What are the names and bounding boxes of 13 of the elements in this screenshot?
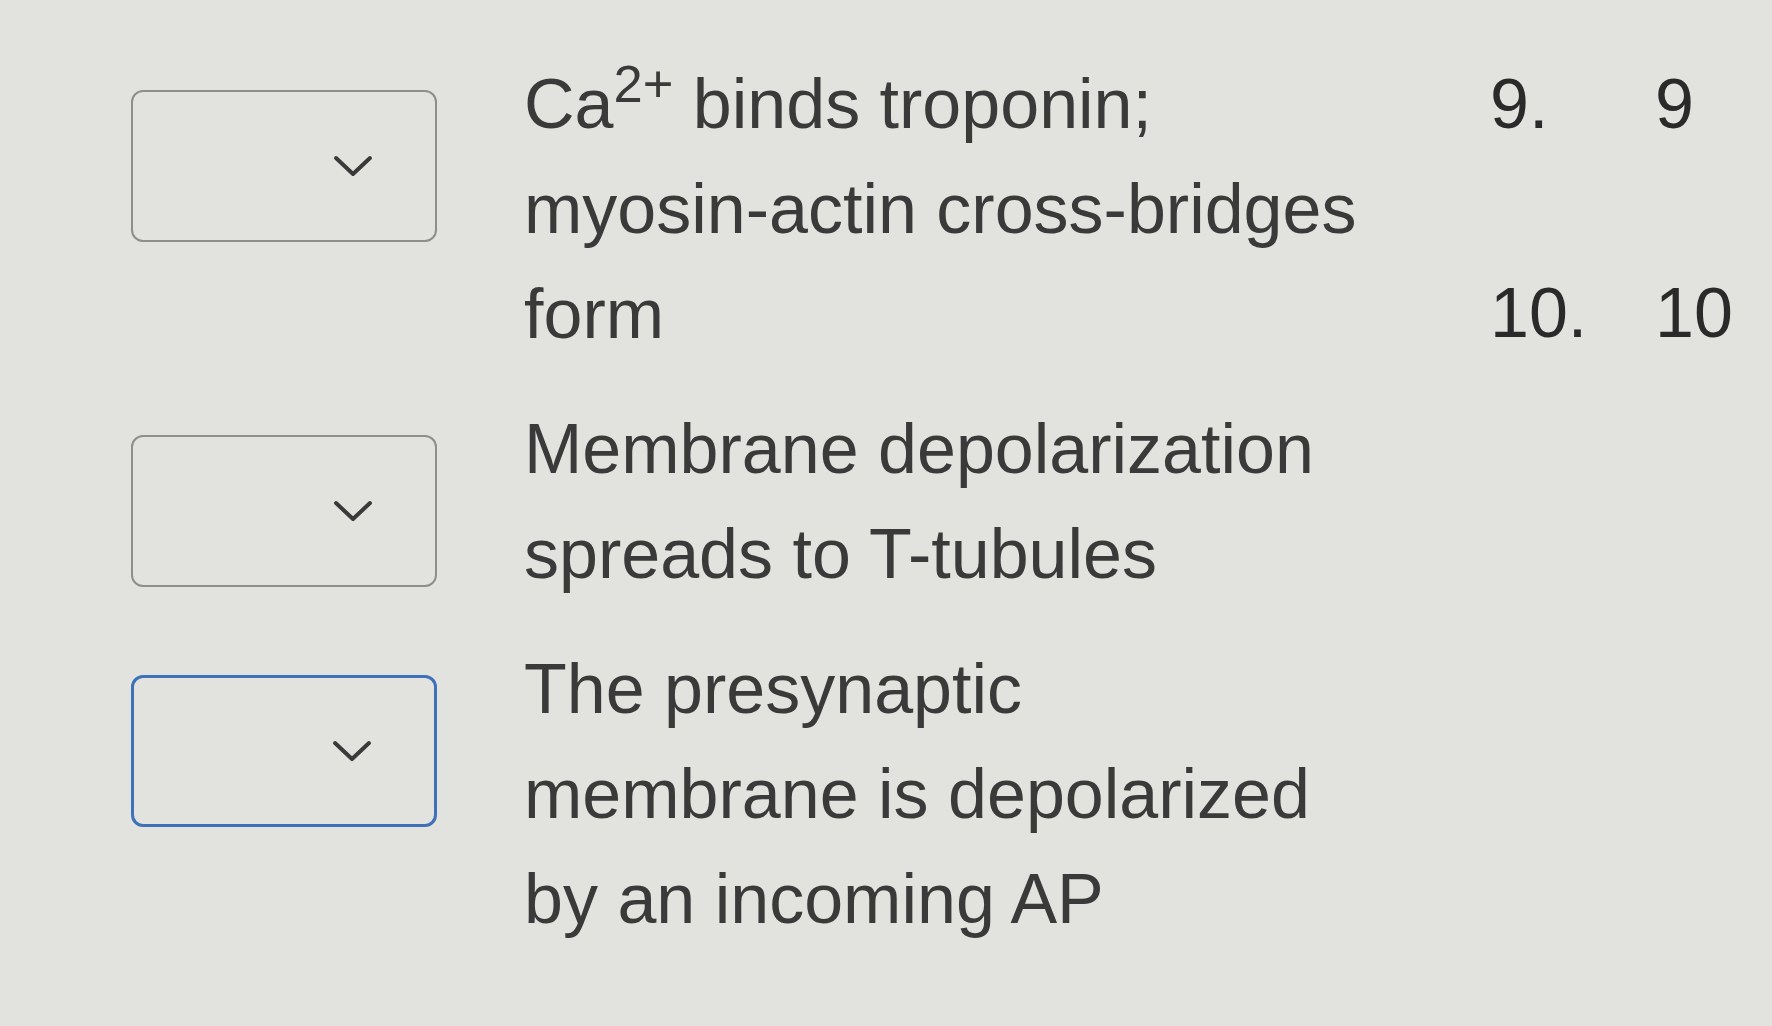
answer-dropdown[interactable] [131, 90, 437, 242]
chevron-down-icon [333, 500, 373, 522]
option-number: 10. [1490, 273, 1589, 354]
option-number: 9. [1490, 64, 1550, 145]
statement-text: Ca$^{2+}$ binds troponin; myosin-actin cross-bridges form [524, 52, 1358, 355]
chevron-down-icon [332, 740, 372, 762]
option-label: 9 [1655, 64, 1694, 145]
statement-text: Membrane depolarization spreads to T-tubules [524, 409, 1315, 595]
answer-dropdown[interactable] [131, 435, 437, 587]
answer-dropdown[interactable] [131, 675, 437, 827]
statement-text: The presynaptic membrane is depolarized by an incoming AP [524, 649, 1311, 940]
chevron-down-icon [333, 155, 373, 177]
option-label: 10 [1655, 273, 1733, 354]
